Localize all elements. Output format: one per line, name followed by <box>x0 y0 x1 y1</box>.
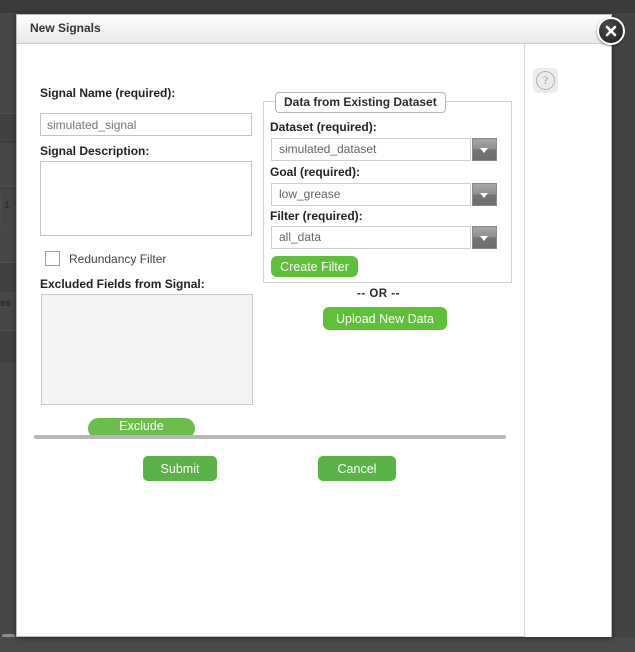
footer-divider <box>34 435 506 439</box>
signal-name-label: Signal Name (required): <box>40 86 176 100</box>
close-icon[interactable] <box>597 17 625 45</box>
filter-select-value: all_data <box>271 226 471 249</box>
dataset-select[interactable]: simulated_dataset <box>271 138 497 161</box>
backdrop-top-bar <box>0 0 635 13</box>
redundancy-filter-checkbox[interactable] <box>45 251 60 266</box>
data-from-existing-dataset-legend: Data from Existing Dataset <box>275 92 446 113</box>
chevron-down-icon[interactable] <box>472 138 497 161</box>
backdrop-ghost-label: es <box>0 298 11 309</box>
submit-button[interactable]: Submit <box>143 456 217 481</box>
dialog-body: Signal Name (required): Signal Descripti… <box>17 44 611 637</box>
cancel-button[interactable]: Cancel <box>318 456 396 481</box>
or-separator-text: -- OR -- <box>357 288 400 300</box>
backdrop-row <box>0 262 17 292</box>
dataset-select-value: simulated_dataset <box>271 138 471 161</box>
redundancy-filter-label: Redundancy Filter <box>69 251 167 266</box>
goal-label: Goal (required): <box>270 165 361 179</box>
backdrop-row <box>0 113 17 143</box>
dialog-side-pane: ? <box>525 44 611 637</box>
goal-select-value: low_grease <box>271 183 471 206</box>
backdrop-left-column <box>0 13 17 637</box>
dialog-main-pane: Signal Name (required): Signal Descripti… <box>17 44 524 637</box>
dialog-title-bar: New Signals <box>17 15 611 44</box>
chevron-down-icon[interactable] <box>472 226 497 249</box>
signal-name-input[interactable] <box>40 113 252 136</box>
backdrop-row <box>0 330 17 362</box>
signal-description-textarea[interactable] <box>40 161 252 236</box>
backdrop-ghost-label: 1 <box>4 200 10 211</box>
chevron-down-icon[interactable] <box>472 183 497 206</box>
upload-new-data-button[interactable]: Upload New Data <box>323 307 447 330</box>
question-mark-icon[interactable]: ? <box>533 68 558 93</box>
dialog-title: New Signals <box>30 21 101 35</box>
help-glyph: ? <box>536 71 555 90</box>
backdrop-bottom-bar <box>0 637 635 652</box>
excluded-fields-label: Excluded Fields from Signal: <box>40 277 205 291</box>
create-filter-button[interactable]: Create Filter <box>271 256 358 277</box>
excluded-fields-listbox[interactable] <box>41 294 253 405</box>
dataset-label: Dataset (required): <box>270 120 377 134</box>
redundancy-filter-row[interactable]: Redundancy Filter <box>45 251 166 266</box>
filter-label: Filter (required): <box>270 209 363 223</box>
filter-select[interactable]: all_data <box>271 226 497 249</box>
signal-description-label: Signal Description: <box>40 144 150 158</box>
new-signals-dialog: New Signals Signal Name (required): Sign… <box>16 14 625 637</box>
goal-select[interactable]: low_grease <box>271 183 497 206</box>
